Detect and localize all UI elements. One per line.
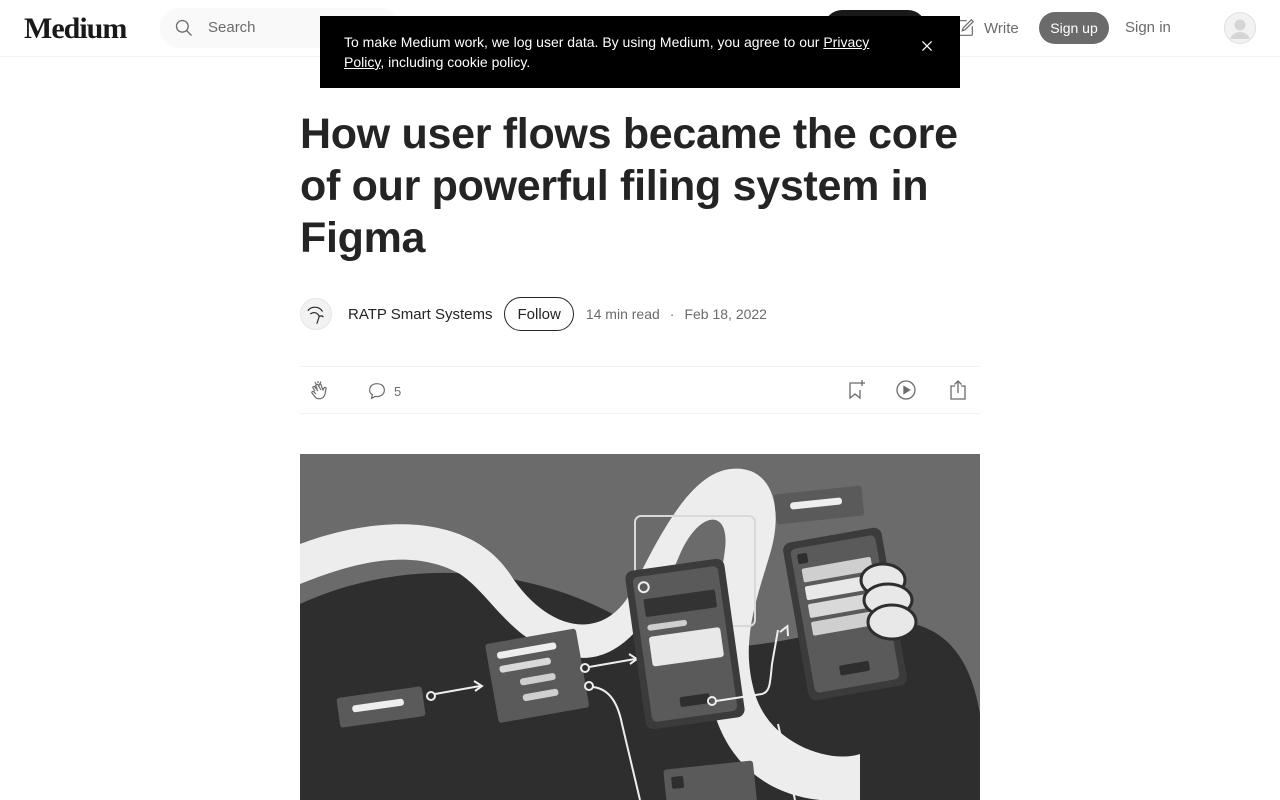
byline: RATP Smart Systems Follow 14 min read · … [300,296,980,332]
medium-logo[interactable]: Medium [24,12,127,46]
comment-icon [369,383,385,400]
play-icon[interactable] [894,378,918,402]
author-name[interactable]: RATP Smart Systems [348,306,492,323]
clap-icon[interactable] [308,379,332,403]
read-time: 14 min read [585,306,660,322]
sign-up-button[interactable]: Sign up [1039,12,1109,44]
user-icon [1224,12,1256,44]
comments-button[interactable]: 5 [366,380,401,402]
close-icon[interactable] [916,35,938,57]
search-icon [175,19,192,36]
cookie-text-end: , including cookie policy. [380,54,531,70]
follow-button[interactable]: Follow [504,297,574,331]
write-button[interactable]: Write [954,17,1019,39]
article-meta: 14 min read · Feb 18, 2022 [586,306,767,322]
bookmark-icon[interactable] [844,378,868,402]
publication-logo-icon [307,306,324,324]
comments-count: 5 [394,383,402,399]
publish-date: Feb 18, 2022 [684,306,767,322]
sign-in-link[interactable]: Sign in [1125,19,1171,36]
write-label: Write [984,19,1019,37]
share-icon[interactable] [946,378,970,402]
article-title: How user flows became the core of our po… [300,110,958,262]
search-input[interactable]: Search [208,19,256,36]
user-flow-illustration [300,454,980,800]
author-avatar[interactable] [300,298,332,330]
avatar[interactable] [1224,12,1256,44]
cookie-text: To make Medium work, we log user data. B… [344,34,824,50]
meta-separator: · [669,306,675,322]
hero-image [300,454,980,800]
cookie-banner: To make Medium work, we log user data. B… [320,16,960,88]
article-action-bar: 5 [300,366,980,414]
